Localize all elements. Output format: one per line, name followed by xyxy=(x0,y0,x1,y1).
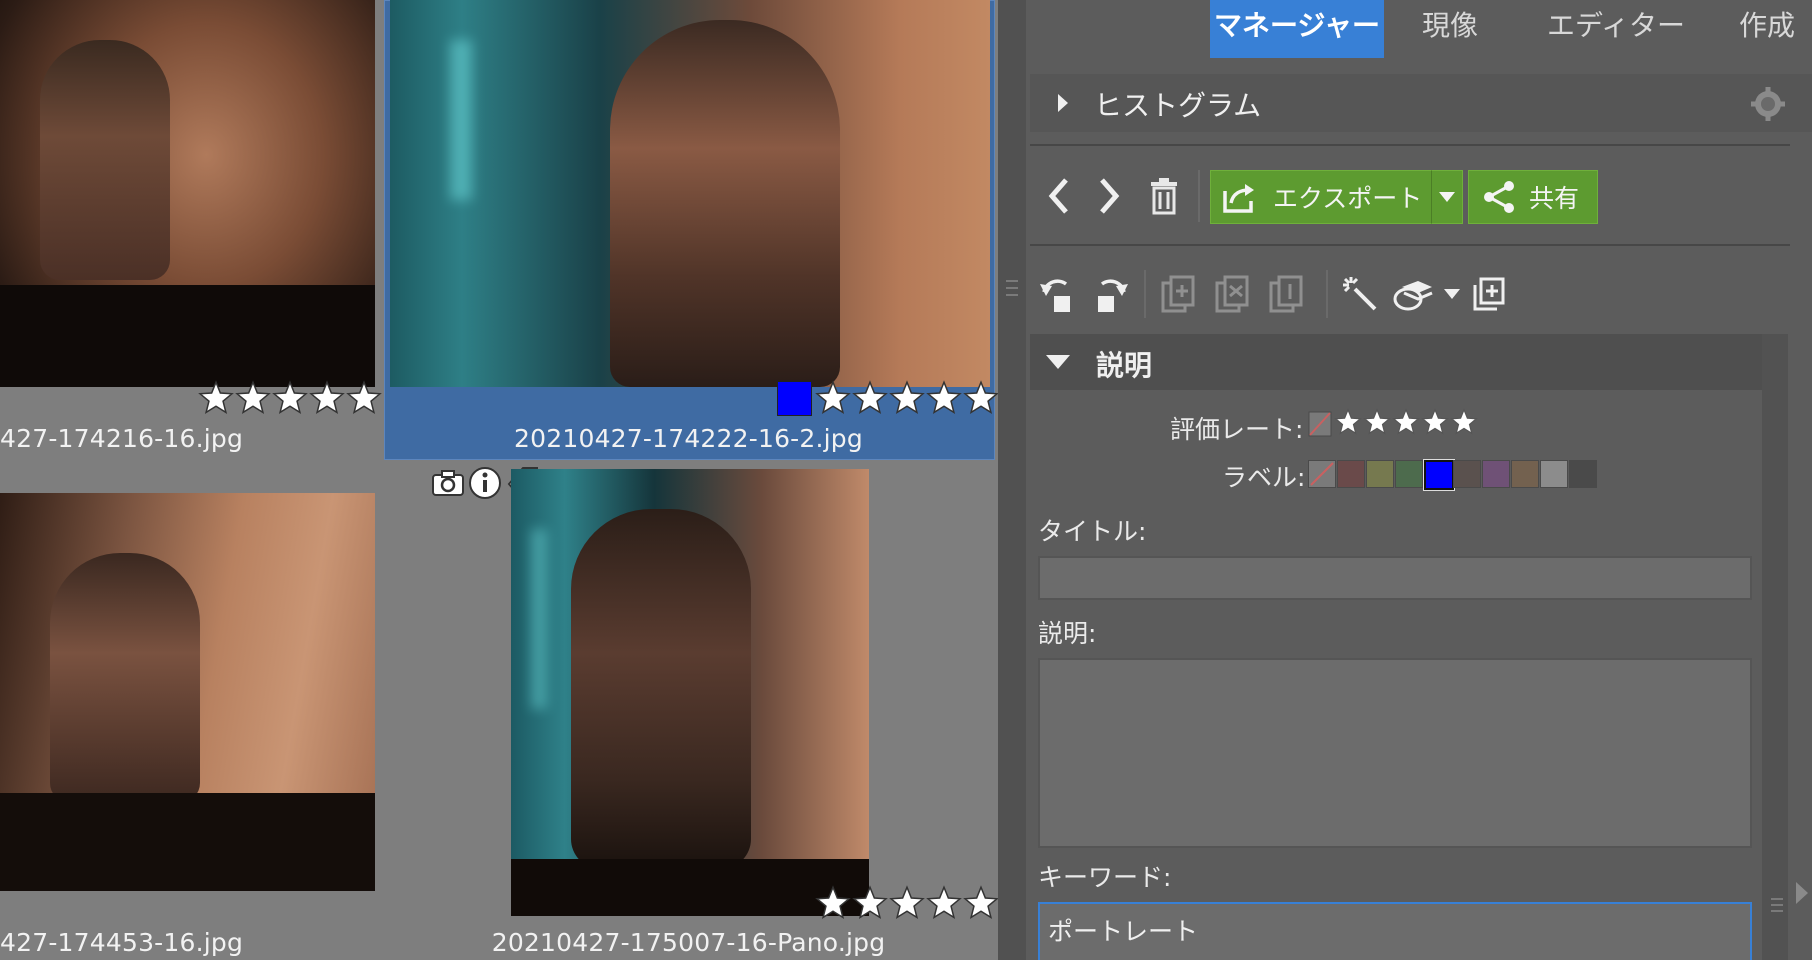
thumbnail-image[interactable] xyxy=(390,0,990,387)
color-label-swatch[interactable] xyxy=(1453,460,1481,488)
tab-create[interactable]: 作成 xyxy=(1722,0,1812,58)
star-icon[interactable] xyxy=(852,380,888,416)
star-icon[interactable] xyxy=(1363,408,1391,436)
expand-right-icon[interactable] xyxy=(1794,880,1812,910)
toolbar-separator xyxy=(1198,170,1200,222)
panel-scrollbar[interactable] xyxy=(1762,334,1788,960)
share-button[interactable]: 共有 xyxy=(1468,170,1598,224)
thumbnail-filename: 427-174216-16.jpg xyxy=(0,424,244,453)
rotate-left-icon[interactable] xyxy=(1036,270,1080,318)
keyword-value: ポートレート xyxy=(1048,917,1199,946)
color-label-swatch[interactable] xyxy=(1337,460,1365,488)
thumbnail-image[interactable] xyxy=(0,493,375,891)
star-icon[interactable] xyxy=(852,885,888,921)
collapse-arrow-icon xyxy=(1046,354,1070,373)
description-header[interactable]: 説明 xyxy=(1030,334,1766,390)
keywords-field-label: キーワード: xyxy=(1038,863,1172,892)
thumbnail-filename: 20210427-175007-16-Pano.jpg xyxy=(491,928,886,957)
settings-gear-icon[interactable] xyxy=(1750,86,1786,126)
export-icon xyxy=(1221,181,1259,213)
description-field[interactable] xyxy=(1038,658,1752,848)
toolbar-separator xyxy=(1326,270,1328,318)
trash-icon[interactable] xyxy=(1144,172,1184,220)
color-label-swatch[interactable] xyxy=(1395,460,1423,488)
color-label-swatch[interactable] xyxy=(1511,460,1539,488)
export-dropdown-button[interactable] xyxy=(1431,170,1463,224)
color-label-swatch[interactable] xyxy=(1569,460,1597,488)
rating-clear-icon[interactable] xyxy=(1308,411,1332,437)
copy-one-icon xyxy=(1264,270,1308,318)
color-label-swatch[interactable] xyxy=(1308,460,1336,488)
star-icon[interactable] xyxy=(272,380,308,416)
title-field-label: タイトル: xyxy=(1038,517,1147,546)
thumbnail-rating[interactable] xyxy=(815,380,998,416)
star-icon[interactable] xyxy=(815,380,851,416)
export-label: エクスポート xyxy=(1273,184,1423,213)
histogram-title: ヒストグラム xyxy=(1094,89,1262,122)
star-icon[interactable] xyxy=(1334,408,1362,436)
next-icon[interactable] xyxy=(1090,172,1130,220)
toolbar-separator xyxy=(1144,270,1146,318)
chevron-down-icon xyxy=(1439,192,1455,202)
star-icon[interactable] xyxy=(1392,408,1420,436)
title-field[interactable] xyxy=(1038,556,1752,600)
divider-line xyxy=(1030,244,1790,246)
star-icon[interactable] xyxy=(889,380,925,416)
tab-manager[interactable]: マネージャー xyxy=(1210,0,1384,58)
star-icon[interactable] xyxy=(1450,408,1478,436)
thumbnail-image[interactable] xyxy=(0,0,375,387)
star-icon[interactable] xyxy=(889,885,925,921)
label-label: ラベル: xyxy=(1222,463,1306,492)
rating-stars[interactable] xyxy=(1334,408,1479,436)
chevron-down-icon[interactable] xyxy=(1440,270,1464,318)
star-icon[interactable] xyxy=(198,380,234,416)
thumbnail-gallery: 427-174216-16.jpg 20210427-174222-16-2.j… xyxy=(0,0,998,960)
color-label-swatch[interactable] xyxy=(1366,460,1394,488)
description-title: 説明 xyxy=(1096,349,1153,382)
color-label-swatch xyxy=(777,381,812,416)
color-label-swatch[interactable] xyxy=(1540,460,1568,488)
star-icon[interactable] xyxy=(1421,408,1449,436)
thumbnail-rating[interactable] xyxy=(815,885,998,921)
star-icon[interactable] xyxy=(815,885,851,921)
tab-develop[interactable]: 現像 xyxy=(1400,0,1500,58)
histogram-header[interactable]: ヒストグラム xyxy=(1030,74,1812,132)
scrollbar-grip-icon xyxy=(1771,896,1783,914)
description-field-label: 説明: xyxy=(1038,619,1097,648)
color-label-swatch[interactable] xyxy=(1423,459,1455,491)
panel-splitter[interactable] xyxy=(998,0,1026,960)
star-icon[interactable] xyxy=(926,380,962,416)
export-button[interactable]: エクスポート xyxy=(1210,170,1450,224)
star-icon[interactable] xyxy=(235,380,271,416)
info-icon[interactable] xyxy=(468,466,502,500)
add-page-icon[interactable] xyxy=(1466,270,1510,318)
layers-icon[interactable] xyxy=(1388,270,1438,318)
share-icon xyxy=(1481,179,1517,215)
keywords-field[interactable]: ポートレート xyxy=(1038,902,1752,960)
thumbnail-image[interactable] xyxy=(511,469,869,916)
expand-arrow-icon xyxy=(1056,92,1070,118)
delete-copy-icon xyxy=(1210,270,1254,318)
color-label-swatch[interactable] xyxy=(1482,460,1510,488)
copy-icon xyxy=(1156,270,1200,318)
prev-icon[interactable] xyxy=(1038,172,1078,220)
magic-wand-icon[interactable] xyxy=(1338,270,1382,318)
star-icon[interactable] xyxy=(963,380,998,416)
thumbnail-filename: 20210427-174222-16-2.jpg xyxy=(514,424,863,453)
divider-line xyxy=(1030,144,1790,146)
right-panel: マネージャー 現像 エディター 作成 ヒストグラム エクスポート 共有 説明 評… xyxy=(1026,0,1812,960)
star-icon[interactable] xyxy=(309,380,345,416)
share-label: 共有 xyxy=(1529,184,1580,213)
camera-icon[interactable] xyxy=(431,466,465,500)
thumbnail-filename: 427-174453-16.jpg xyxy=(0,928,244,957)
star-icon[interactable] xyxy=(346,380,382,416)
thumbnail-rating[interactable] xyxy=(198,380,383,416)
star-icon[interactable] xyxy=(926,885,962,921)
star-icon[interactable] xyxy=(963,885,998,921)
rating-label: 評価レート: xyxy=(1170,415,1304,444)
tab-editor[interactable]: エディター xyxy=(1536,0,1696,58)
rotate-right-icon[interactable] xyxy=(1088,270,1132,318)
